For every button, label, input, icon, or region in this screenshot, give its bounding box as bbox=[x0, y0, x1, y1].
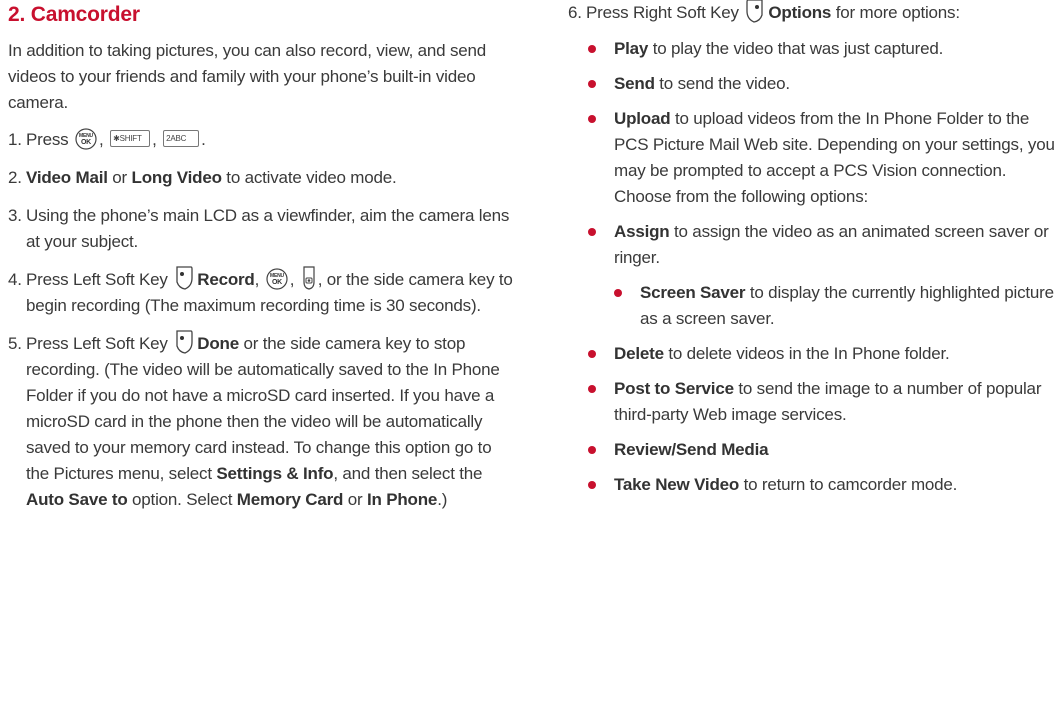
menu-ok-key-icon: MENU OK bbox=[75, 127, 97, 150]
intro-paragraph: In addition to taking pictures, you can … bbox=[8, 41, 487, 112]
step-number: 6. bbox=[568, 3, 582, 22]
camera-key-icon bbox=[303, 266, 315, 290]
bullet-icon bbox=[588, 481, 596, 489]
option-post-to-service: Post to Service to send the image to a n… bbox=[568, 376, 1055, 428]
bullet-icon bbox=[588, 228, 596, 236]
option-play: Play to play the video that was just cap… bbox=[568, 36, 1055, 62]
step-6: 6. Press Right Soft Key Options for more … bbox=[568, 0, 1055, 26]
bullet-icon bbox=[588, 350, 596, 358]
option-upload: Upload to upload videos from the In Phon… bbox=[568, 106, 1055, 210]
option-assign: Assign to assign the video as an animate… bbox=[568, 219, 1055, 271]
option-delete: Delete to delete videos in the In Phone … bbox=[568, 341, 1055, 367]
menu-ok-key-icon: MENU OK bbox=[266, 267, 288, 290]
step-number: 3. bbox=[8, 206, 22, 225]
step-4: 4. Press Left Soft Key Record, MENU OK , … bbox=[8, 265, 513, 319]
left-soft-key-icon bbox=[176, 265, 193, 290]
bullet-icon bbox=[588, 45, 596, 53]
svg-text:OK: OK bbox=[272, 279, 282, 286]
star-shift-key-icon: ✱SHIFT bbox=[110, 130, 151, 148]
option-take-new-video: Take New Video to return to camcorder mo… bbox=[568, 472, 1055, 498]
step-1: 1. Press MENU OK , ✱SHIFT, 2ABC. bbox=[8, 127, 513, 153]
left-column: 2. Camcorder In addition to taking pictu… bbox=[8, 0, 513, 525]
2abc-key-icon: 2ABC bbox=[163, 130, 200, 148]
svg-text:OK: OK bbox=[81, 139, 91, 146]
bullet-icon bbox=[588, 115, 596, 123]
option-review-send-media: Review/Send Media bbox=[568, 437, 1055, 463]
right-column: 6. Press Right Soft Key Options for more … bbox=[568, 0, 1055, 507]
bullet-icon bbox=[588, 446, 596, 454]
step-3: 3. Using the phone’s main LCD as a viewfi… bbox=[8, 203, 513, 255]
step-number: 2. bbox=[8, 168, 22, 187]
bullet-icon bbox=[614, 289, 622, 297]
sub-option-screen-saver: Screen Saver to display the currently hi… bbox=[568, 280, 1055, 332]
left-soft-key-icon bbox=[176, 329, 193, 354]
step-5: 5. Press Left Soft Key Done or the side c… bbox=[8, 329, 513, 513]
option-send: Send to send the video. bbox=[568, 71, 1055, 97]
step-2: 2. Video Mail or Long Video to activate v… bbox=[8, 165, 513, 191]
right-soft-key-icon bbox=[746, 0, 764, 23]
step-number: 4. bbox=[8, 270, 22, 289]
section-title: 2. Camcorder bbox=[8, 3, 140, 26]
bullet-icon bbox=[588, 385, 596, 393]
bullet-icon bbox=[588, 80, 596, 88]
step-number: 1. bbox=[8, 130, 22, 149]
step-number: 5. bbox=[8, 334, 22, 353]
